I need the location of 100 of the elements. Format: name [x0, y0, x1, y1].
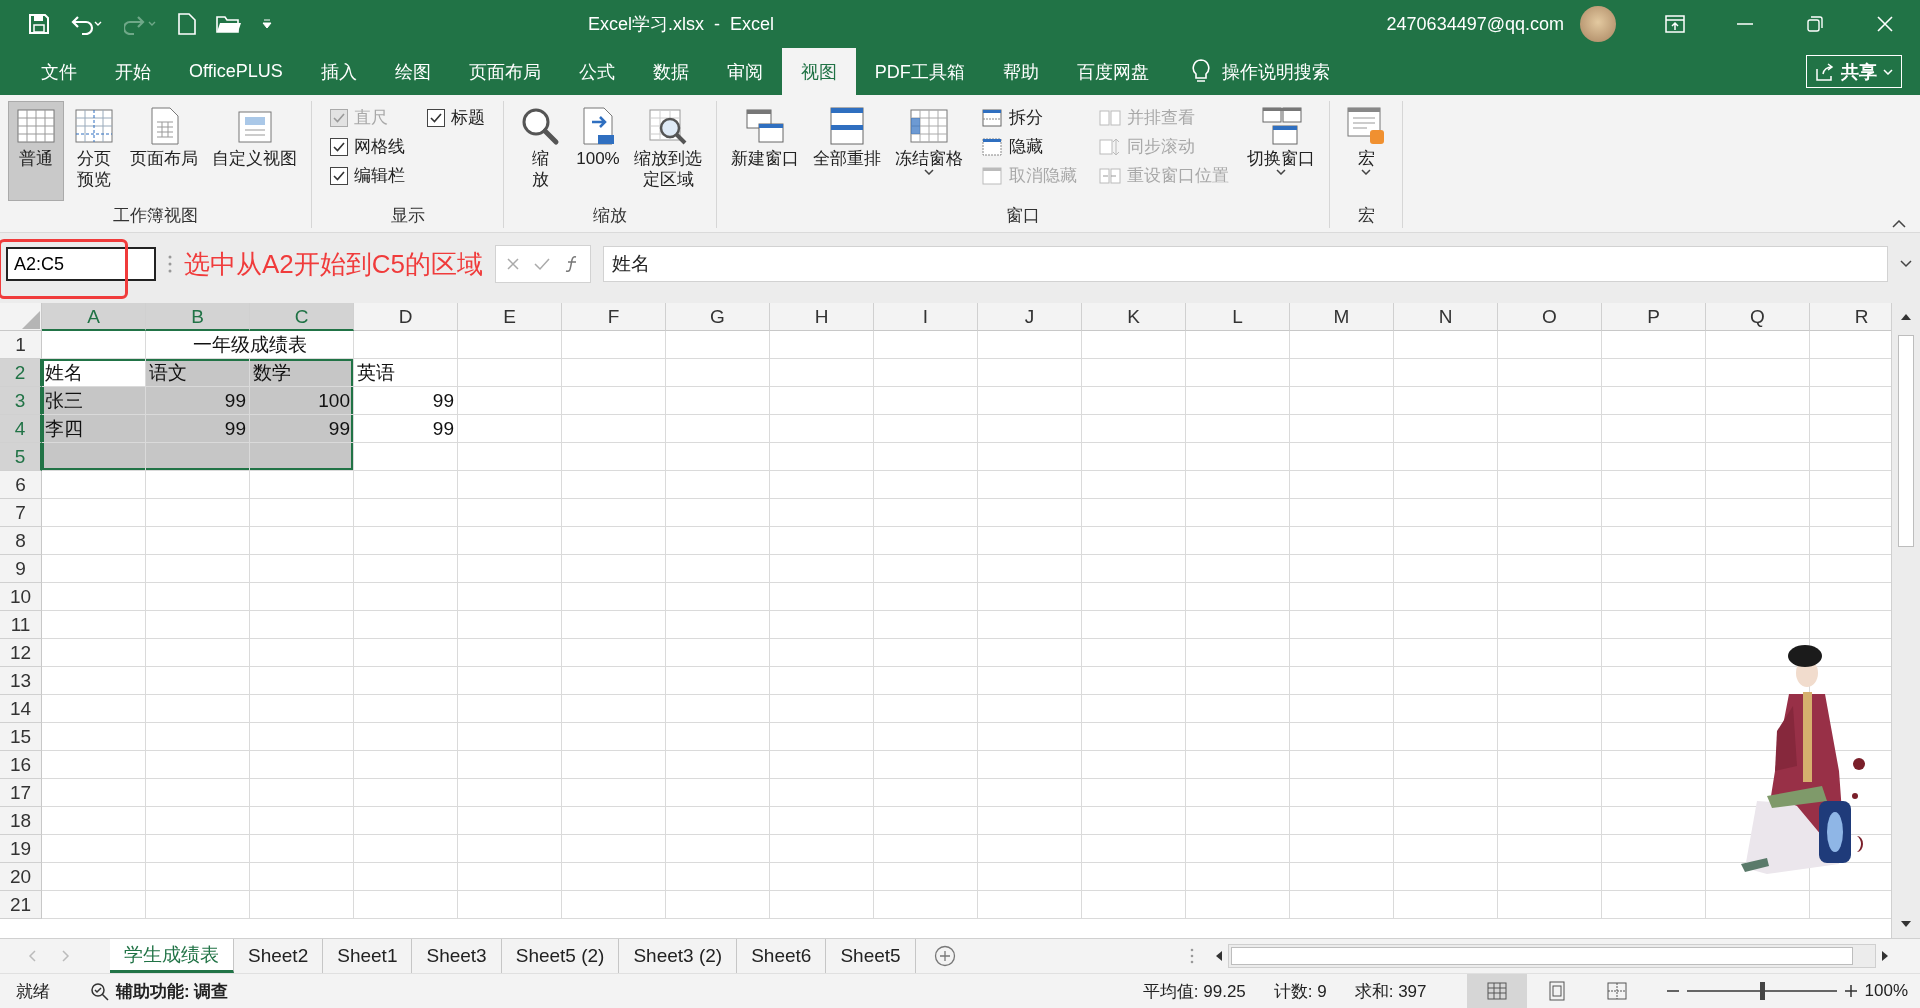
column-header[interactable]: O: [1498, 303, 1602, 331]
menu-tab[interactable]: OfficePLUS: [170, 48, 302, 95]
column-header[interactable]: B: [146, 303, 250, 331]
column-header[interactable]: K: [1082, 303, 1186, 331]
column-header[interactable]: N: [1394, 303, 1498, 331]
row-header[interactable]: 4: [0, 415, 42, 443]
folder-icon[interactable]: [216, 14, 242, 34]
menu-tab[interactable]: 审阅: [707, 48, 782, 95]
ribbon-button[interactable]: 100%: [570, 101, 626, 201]
column-header[interactable]: F: [562, 303, 666, 331]
ribbon-button[interactable]: 分页预览: [66, 101, 122, 201]
column-header[interactable]: R: [1810, 303, 1891, 331]
column-header[interactable]: L: [1186, 303, 1290, 331]
column-header[interactable]: G: [666, 303, 770, 331]
group-label: 缩放: [592, 205, 628, 227]
row-header[interactable]: 7: [0, 499, 42, 527]
scroll-left-icon[interactable]: [1214, 950, 1224, 962]
collapse-ribbon-icon[interactable]: [1892, 220, 1906, 228]
menu-tab[interactable]: 帮助: [983, 48, 1058, 95]
table-cell: 99: [250, 415, 354, 443]
column-header[interactable]: M: [1290, 303, 1394, 331]
close-icon[interactable]: [1877, 16, 1893, 32]
menu-tab[interactable]: 绘图: [375, 48, 450, 95]
ribbon-button[interactable]: 全部重排: [807, 101, 887, 201]
menu-tab[interactable]: 数据: [633, 48, 708, 95]
row-header[interactable]: 16: [0, 751, 42, 779]
sheet-tab[interactable]: 学生成绩表: [110, 939, 234, 973]
slider-thumb[interactable]: [1759, 982, 1765, 1000]
menu-tab[interactable]: 插入: [301, 48, 376, 95]
row-header[interactable]: 20: [0, 863, 42, 891]
ribbon-button[interactable]: 冻结窗格: [889, 101, 969, 201]
name-box[interactable]: A2:C5: [6, 247, 156, 281]
scrollbar-thumb[interactable]: [1898, 335, 1914, 547]
column-header[interactable]: Q: [1706, 303, 1810, 331]
restore-icon[interactable]: [1807, 16, 1823, 32]
checkbox[interactable]: 标题: [427, 103, 485, 132]
column-header[interactable]: A: [42, 303, 146, 331]
avatar-icon[interactable]: [1580, 6, 1616, 42]
menu-tab[interactable]: 页面布局: [449, 48, 560, 95]
row-header[interactable]: 10: [0, 583, 42, 611]
ribbon-button[interactable]: 自定义视图: [206, 101, 303, 201]
column-header[interactable]: H: [770, 303, 874, 331]
tell-me-search[interactable]: 操作说明搜索: [1221, 59, 1330, 84]
row-header[interactable]: 11: [0, 611, 42, 639]
row-header[interactable]: 12: [0, 639, 42, 667]
row-header[interactable]: 18: [0, 807, 42, 835]
ribbon-button[interactable]: 普通: [8, 101, 64, 201]
ribbon-button[interactable]: 宏: [1338, 101, 1394, 201]
row-header[interactable]: 8: [0, 527, 42, 555]
checkbox[interactable]: 网格线: [330, 132, 405, 161]
ribbon-button[interactable]: 缩放到选定区域: [628, 101, 708, 201]
ribbon-button[interactable]: 页面布局: [124, 101, 204, 201]
ribbon-button[interactable]: 切换窗口: [1241, 101, 1321, 201]
column-header[interactable]: C: [250, 303, 354, 331]
row-header[interactable]: 6: [0, 471, 42, 499]
accessibility-status[interactable]: 辅助功能: 调查: [116, 979, 229, 1003]
column-header[interactable]: E: [458, 303, 562, 331]
row-header[interactable]: 13: [0, 667, 42, 695]
column-header[interactable]: J: [978, 303, 1082, 331]
menu-tab[interactable]: 视图: [781, 48, 856, 95]
scrollbar-thumb[interactable]: [1231, 947, 1853, 965]
share-button[interactable]: 共享: [1806, 55, 1902, 88]
menu-tab[interactable]: 百度网盘: [1057, 48, 1168, 95]
zoom-level[interactable]: 100%: [1864, 981, 1908, 1001]
ribbon-button[interactable]: 新建窗口: [725, 101, 805, 201]
save-icon[interactable]: [28, 13, 50, 35]
ribbon-button[interactable]: 隐藏: [981, 132, 1077, 161]
row-header[interactable]: 1: [0, 331, 42, 359]
row-header[interactable]: 17: [0, 779, 42, 807]
caret-icon: [1276, 169, 1286, 176]
window-title: Excel学习.xlsx - Excel: [588, 13, 776, 36]
new-file-icon[interactable]: [178, 13, 196, 35]
group-label: 工作簿视图: [112, 205, 199, 227]
zoom-in-icon[interactable]: [1844, 985, 1857, 997]
customize-caret-icon[interactable]: [262, 19, 272, 29]
formula-field[interactable]: 姓名: [603, 246, 1888, 282]
ribbon-button[interactable]: 缩放: [512, 101, 568, 201]
menu-tab[interactable]: 文件: [22, 48, 96, 95]
column-header[interactable]: P: [1602, 303, 1706, 331]
row-header[interactable]: 9: [0, 555, 42, 583]
row-header[interactable]: 15: [0, 723, 42, 751]
row-header[interactable]: 19: [0, 835, 42, 863]
column-header[interactable]: I: [874, 303, 978, 331]
row-header[interactable]: 5: [0, 443, 42, 471]
ribbon-display-icon[interactable]: [1665, 15, 1685, 33]
add-sheet-icon[interactable]: [933, 945, 956, 967]
row-header[interactable]: 21: [0, 891, 42, 919]
menu-tab[interactable]: 开始: [96, 48, 170, 95]
checkbox[interactable]: 编辑栏: [330, 161, 405, 190]
scroll-right-icon[interactable]: [1880, 950, 1890, 962]
expand-caret-icon[interactable]: [1900, 260, 1912, 268]
ribbon-button[interactable]: 拆分: [981, 103, 1077, 132]
column-header[interactable]: D: [354, 303, 458, 331]
menu-tab[interactable]: PDF工具箱: [855, 48, 984, 95]
row-header[interactable]: 3: [0, 387, 42, 415]
row-header[interactable]: 2: [0, 359, 42, 387]
undo-icon[interactable]: [70, 13, 104, 35]
row-header[interactable]: 14: [0, 695, 42, 723]
menu-tab[interactable]: 公式: [559, 48, 634, 95]
grip-icon[interactable]: [1190, 948, 1194, 964]
